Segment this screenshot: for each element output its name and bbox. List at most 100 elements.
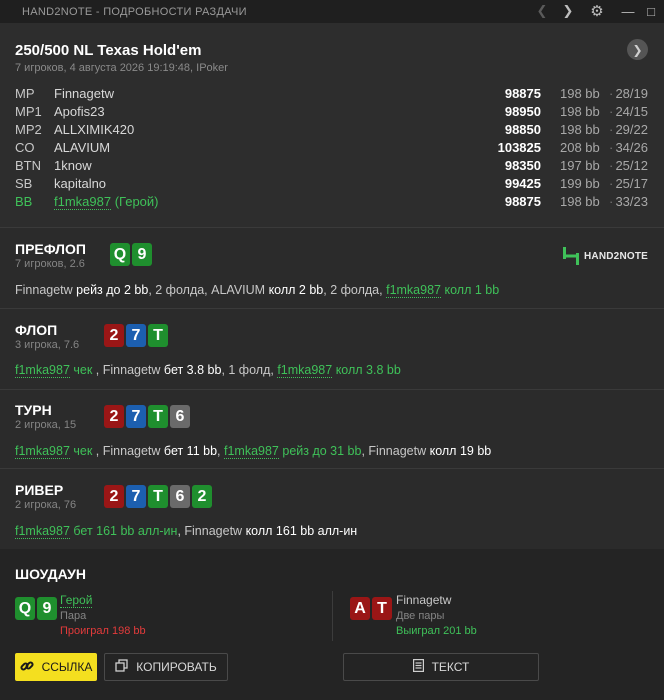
player-name[interactable]: Finnagetw — [103, 444, 161, 458]
logo-text: HAND2NOTE — [584, 250, 649, 262]
chevron-right-icon[interactable]: ❯ — [627, 39, 648, 60]
text-button-label: ТЕКСТ — [431, 660, 470, 674]
copy-button-label: КОПИРОВАТЬ — [136, 660, 217, 674]
prev-hand-icon[interactable]: ❮ — [532, 2, 552, 20]
hero-name[interactable]: f1mka987 — [277, 363, 333, 378]
player-name[interactable]: Apofis23 — [54, 104, 105, 119]
player-name[interactable]: Finnagetw — [103, 363, 161, 377]
street-sub: 2 игрока, 15 — [15, 419, 77, 431]
player-stack-bb: 198 bb — [560, 194, 600, 209]
player-row: MP1 Apofis23 98950 198 bb · 24/15 — [0, 104, 664, 122]
title-bar: HAND2NOTE - ПОДРОБНОСТИ РАЗДАЧИ ❮ ❯ ⚙ — … — [0, 0, 664, 23]
card: 2 — [104, 405, 124, 428]
link-button-label: ССЫЛКА — [41, 660, 93, 674]
action-text: , — [92, 444, 103, 458]
action: колл 161 bb алл-ин — [245, 524, 358, 538]
villain-name[interactable]: Finnagetw — [396, 593, 451, 607]
hand-subtitle: 7 игроков, 4 августа 2026 19:19:48, IPok… — [15, 62, 228, 74]
player-row: SB kapitalno 99425 199 bb · 25/17 — [0, 176, 664, 194]
action: рейз до 2 bb — [76, 283, 149, 297]
player-stats: 33/23 — [615, 194, 648, 209]
copy-icon — [115, 659, 128, 675]
hero-name[interactable]: f1mka987 — [386, 283, 441, 298]
card: 6 — [170, 405, 190, 428]
hero-result: Проиграл 198 bb — [60, 625, 146, 637]
player-name[interactable]: ALAVIUM — [211, 283, 265, 297]
window-title: HAND2NOTE - ПОДРОБНОСТИ РАЗДАЧИ — [22, 5, 247, 18]
player-stack: 99425 — [504, 176, 541, 191]
street-actions: f1mka987 чек , Finnagetw бет 3.8 bb, 1 ф… — [15, 363, 401, 378]
logo-icon — [563, 247, 579, 265]
hero-name[interactable]: f1mka987 — [54, 194, 112, 210]
player-name[interactable]: Finnagetw — [184, 524, 242, 538]
next-hand-icon[interactable]: ❯ — [558, 2, 578, 20]
document-icon — [412, 659, 424, 675]
player-row: CO ALAVIUM 103825 208 bb · 34/26 — [0, 140, 664, 158]
player-stack-bb: 198 bb — [560, 86, 600, 101]
player-name[interactable]: ALAVIUM — [54, 140, 110, 155]
player-position: MP — [15, 86, 35, 101]
player-name[interactable]: Finnagetw — [368, 444, 426, 458]
street-flop: ФЛОП 3 игрока, 7.6 2 7 T f1mka987 чек , … — [0, 309, 664, 390]
player-stack: 98350 — [504, 158, 541, 173]
player-name[interactable]: kapitalno — [54, 176, 106, 191]
board-cards: 2 7 T — [104, 324, 168, 347]
board-cards: 2 7 T 6 2 — [104, 485, 212, 508]
card: T — [148, 485, 168, 508]
card: 7 — [126, 405, 146, 428]
player-row: BTN 1know 98350 197 bb · 25/12 — [0, 158, 664, 176]
link-button[interactable]: ССЫЛКА — [15, 653, 97, 681]
player-stack: 103825 — [497, 140, 541, 155]
maximize-icon[interactable]: □ — [641, 2, 661, 20]
hero-combination: Пара — [60, 610, 87, 622]
player-name[interactable]: Finnagetw — [54, 86, 114, 101]
action: бет 11 bb — [163, 444, 218, 458]
street-actions: f1mka987 бет 161 bb алл-ин, Finnagetw ко… — [15, 524, 358, 539]
text-button[interactable]: ТЕКСТ — [343, 653, 539, 681]
divider — [332, 591, 333, 641]
player-position: SB — [15, 176, 33, 191]
copy-button[interactable]: КОПИРОВАТЬ — [104, 653, 228, 681]
villain-showdown-cards: A T — [350, 597, 392, 620]
action: колл 3.8 bb — [335, 363, 401, 377]
player-stack-bb: 198 bb — [560, 104, 600, 119]
player-position: BTN — [15, 158, 41, 173]
player-stats: 25/12 — [615, 158, 648, 173]
card: 6 — [170, 485, 190, 508]
player-name[interactable]: 1know — [54, 158, 92, 173]
action: колл 19 bb — [429, 444, 492, 458]
separator: · — [609, 158, 614, 173]
player-stats: 28/19 — [615, 86, 648, 101]
card: 9 — [132, 243, 152, 266]
minimize-icon[interactable]: — — [618, 2, 638, 20]
card: 7 — [126, 485, 146, 508]
player-stats: 25/17 — [615, 176, 648, 191]
hero-name[interactable]: f1mka987 — [223, 444, 279, 459]
player-stack: 98850 — [504, 122, 541, 137]
player-position: CO — [15, 140, 35, 155]
action: бет 3.8 bb — [163, 363, 222, 377]
player-name[interactable]: ALLXIMIK420 — [54, 122, 134, 137]
action: колл 2 bb — [268, 283, 324, 297]
hero-name[interactable]: f1mka987 — [15, 363, 70, 378]
player-name[interactable]: Finnagetw — [15, 283, 73, 297]
card: T — [148, 324, 168, 347]
player-name[interactable]: f1mka987 (Герой) — [54, 194, 159, 210]
player-stack-bb: 197 bb — [560, 158, 600, 173]
gear-icon[interactable]: ⚙ — [587, 2, 607, 20]
link-icon — [20, 659, 34, 676]
card: 2 — [192, 485, 212, 508]
player-position: MP2 — [15, 122, 42, 137]
player-stack-bb: 199 bb — [560, 176, 600, 191]
hero-name[interactable]: f1mka987 — [15, 444, 70, 459]
player-stack: 98875 — [504, 86, 541, 101]
street-sub: 2 игрока, 76 — [15, 499, 77, 511]
street-name: ФЛОП — [15, 322, 58, 338]
card: 7 — [126, 324, 146, 347]
hero-name[interactable]: f1mka987 — [15, 524, 70, 539]
hand2note-logo: HAND2NOTE — [563, 247, 648, 265]
card: Q — [110, 243, 130, 266]
hero-name[interactable]: Герой — [60, 593, 93, 608]
player-stack: 98875 — [504, 194, 541, 209]
player-stats: 34/26 — [615, 140, 648, 155]
